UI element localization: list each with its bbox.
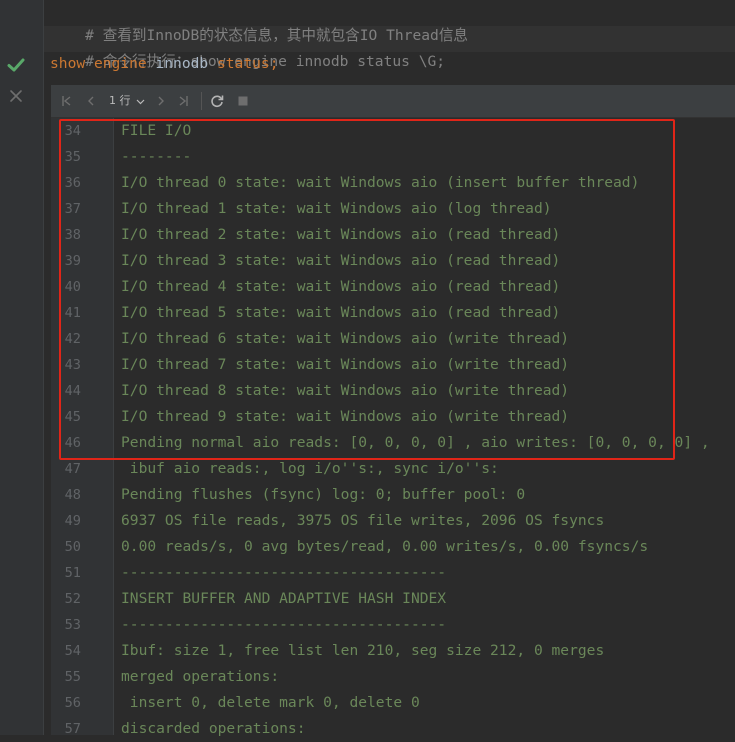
line-number: 44: [64, 383, 81, 399]
line-number: 53: [64, 617, 81, 633]
line-number: 42: [64, 331, 81, 347]
result-panel: 1 行 34 FILE I/O 35 -------- 36 I/O thread 0 s…: [51, 85, 735, 737]
output-row[interactable]: 49 6937 OS file reads, 3975 OS file write…: [51, 508, 735, 534]
output-row[interactable]: 36 I/O thread 0 state: wait Windows aio (…: [51, 170, 735, 196]
output-row[interactable]: 39 I/O thread 3 state: wait Windows aio (…: [51, 248, 735, 274]
output-row[interactable]: 38 I/O thread 2 state: wait Windows aio (…: [51, 222, 735, 248]
row-text: ibuf aio reads:, log i/o''s:, sync i/o''…: [121, 460, 499, 477]
output-row[interactable]: 37 I/O thread 1 state: wait Windows aio (…: [51, 196, 735, 222]
statement-terminator: ;: [269, 55, 279, 72]
row-text: I/O thread 8 state: wait Windows aio (wr…: [121, 382, 570, 399]
line-number: 57: [64, 721, 81, 737]
line-number: 54: [64, 643, 81, 659]
close-icon[interactable]: [9, 89, 23, 103]
output-row[interactable]: 53 -------------------------------------: [51, 612, 735, 638]
prev-page-icon[interactable]: [83, 93, 99, 109]
output-row[interactable]: 44 I/O thread 8 state: wait Windows aio (…: [51, 378, 735, 404]
row-text: I/O thread 3 state: wait Windows aio (re…: [121, 252, 561, 269]
row-text: I/O thread 0 state: wait Windows aio (in…: [121, 174, 640, 191]
row-text: 0.00 reads/s, 0 avg bytes/read, 0.00 wri…: [121, 538, 649, 555]
row-text: I/O thread 5 state: wait Windows aio (re…: [121, 304, 561, 321]
line-number: 40: [64, 279, 81, 295]
output-row[interactable]: 43 I/O thread 7 state: wait Windows aio (…: [51, 352, 735, 378]
line-number: 43: [64, 357, 81, 373]
row-text: I/O thread 7 state: wait Windows aio (wr…: [121, 356, 570, 373]
result-toolbar: 1 行: [51, 85, 735, 118]
row-text: I/O thread 4 state: wait Windows aio (re…: [121, 278, 561, 295]
row-text: -------------------------------------: [121, 616, 447, 633]
first-page-icon[interactable]: [59, 93, 75, 109]
line-number: 35: [64, 149, 81, 165]
row-text: 6937 OS file reads, 3975 OS file writes,…: [121, 512, 605, 529]
line-number: 46: [64, 435, 81, 451]
editor-statement-line[interactable]: show engine innodb status;: [50, 52, 279, 76]
row-text: INSERT BUFFER AND ADAPTIVE HASH INDEX: [121, 590, 447, 607]
row-text: --------: [121, 148, 192, 165]
row-text: merged operations:: [121, 668, 280, 685]
line-number: 47: [64, 461, 81, 477]
output-row[interactable]: 57 discarded operations:: [51, 716, 735, 742]
line-number: 56: [64, 695, 81, 711]
line-number: 55: [64, 669, 81, 685]
line-number: 39: [64, 253, 81, 269]
output-row[interactable]: 41 I/O thread 5 state: wait Windows aio (…: [51, 300, 735, 326]
checkmark-icon: [7, 58, 25, 72]
output-row[interactable]: 40 I/O thread 4 state: wait Windows aio (…: [51, 274, 735, 300]
output-row[interactable]: 34 FILE I/O: [51, 118, 735, 144]
chevron-down-icon: [136, 99, 145, 104]
output-row[interactable]: 54 Ibuf: size 1, free list len 210, seg s…: [51, 638, 735, 664]
output-row[interactable]: 52 INSERT BUFFER AND ADAPTIVE HASH INDEX: [51, 586, 735, 612]
keyword-engine: engine: [93, 55, 147, 72]
row-text: I/O thread 9 state: wait Windows aio (wr…: [121, 408, 570, 425]
output-row[interactable]: 45 I/O thread 9 state: wait Windows aio (…: [51, 404, 735, 430]
refresh-icon[interactable]: [209, 93, 225, 109]
row-text: Pending flushes (fsync) log: 0; buffer p…: [121, 486, 526, 503]
line-number: 48: [64, 487, 81, 503]
output-row[interactable]: 56 insert 0, delete mark 0, delete 0: [51, 690, 735, 716]
identifier-innodb: innodb: [155, 55, 209, 72]
line-number: 49: [64, 513, 81, 529]
row-count-selector[interactable]: 1 行: [109, 92, 145, 110]
output-row[interactable]: 51 -------------------------------------: [51, 560, 735, 586]
line-number: 41: [64, 305, 81, 321]
row-text: I/O thread 1 state: wait Windows aio (lo…: [121, 200, 552, 217]
output-row[interactable]: 47 ibuf aio reads:, log i/o''s:, sync i/…: [51, 456, 735, 482]
editor-comment-line-2[interactable]: # 命令行执行：show engine innodb status \G;: [50, 26, 445, 70]
line-number: 38: [64, 227, 81, 243]
line-number: 50: [64, 539, 81, 555]
left-gutter: [0, 0, 43, 735]
output-row[interactable]: 42 I/O thread 6 state: wait Windows aio (…: [51, 326, 735, 352]
output-row[interactable]: 55 merged operations:: [51, 664, 735, 690]
last-page-icon[interactable]: [175, 93, 191, 109]
row-text: discarded operations:: [121, 720, 306, 737]
line-number: 52: [64, 591, 81, 607]
row-text: I/O thread 2 state: wait Windows aio (re…: [121, 226, 561, 243]
editor-comment-line-1[interactable]: # 查看到InnoDB的状态信息，其中就包含IO Thread信息: [50, 0, 468, 44]
sql-editor[interactable]: # 查看到InnoDB的状态信息，其中就包含IO Thread信息 # 命令行执…: [44, 0, 735, 80]
output-row[interactable]: 35 --------: [51, 144, 735, 170]
keyword-status: status: [216, 55, 270, 72]
line-number: 36: [64, 175, 81, 191]
gutter-divider: [43, 0, 44, 735]
next-page-icon[interactable]: [153, 93, 169, 109]
keyword-show: show: [50, 55, 86, 72]
line-number: 37: [64, 201, 81, 217]
line-number: 51: [64, 565, 81, 581]
toolbar-divider: [201, 92, 202, 110]
output-row[interactable]: 48 Pending flushes (fsync) log: 0; buffer…: [51, 482, 735, 508]
row-text: insert 0, delete mark 0, delete 0: [121, 694, 420, 711]
row-count-label: 1 行: [109, 94, 131, 107]
output-row[interactable]: 46 Pending normal aio reads: [0, 0, 0, 0]…: [51, 430, 735, 456]
output-row[interactable]: 50 0.00 reads/s, 0 avg bytes/read, 0.00 w…: [51, 534, 735, 560]
line-number: 45: [64, 409, 81, 425]
output-grid[interactable]: 34 FILE I/O 35 -------- 36 I/O thread 0 state…: [51, 118, 735, 737]
row-text: FILE I/O: [121, 122, 192, 139]
row-text: Pending normal aio reads: [0, 0, 0, 0] ,…: [121, 434, 710, 451]
stop-icon[interactable]: [235, 93, 251, 109]
line-number: 34: [64, 123, 81, 139]
row-text: -------------------------------------: [121, 564, 447, 581]
row-text: I/O thread 6 state: wait Windows aio (wr…: [121, 330, 570, 347]
row-text: Ibuf: size 1, free list len 210, seg siz…: [121, 642, 605, 659]
